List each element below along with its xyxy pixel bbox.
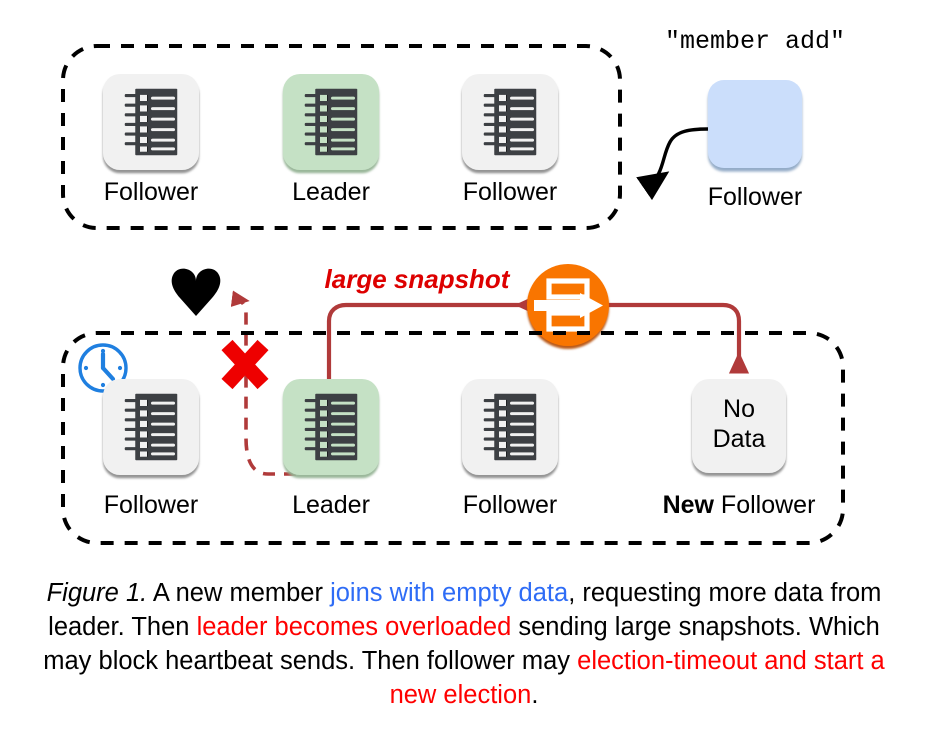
top-node-2-label: Leader [292,178,370,206]
bottom-node-1-label: Follower [104,491,198,519]
caption-text-1: A new member [147,579,331,607]
bottom-node-2-label: Leader [292,491,370,519]
top-node-leader[interactable]: Leader [283,74,379,206]
caption-text-4: . [531,681,539,709]
heart-icon [171,268,221,316]
figure-number: Figure 1. [46,579,148,607]
caption-highlight-red-1: leader becomes overloaded [196,613,512,641]
new-follower-bold-prefix: New [663,491,715,519]
top-node-follower-2[interactable]: Follower [462,74,558,206]
snapshot-flow-in [602,302,750,374]
joining-member-node[interactable]: Follower [708,80,802,211]
no-data-line-1: No [723,395,755,423]
bottom-node-leader[interactable]: Leader [283,379,379,519]
bottom-node-new-follower[interactable]: No Data New Follower [663,379,816,519]
snapshot-flow-out [326,294,537,380]
joining-member-label: Follower [708,183,802,211]
bottom-node-4-label: New Follower [663,491,816,519]
new-follower-label-suffix: Follower [714,491,815,519]
bottom-node-follower-1[interactable]: Follower [103,379,199,519]
large-snapshot-label: large snapshot [325,264,511,294]
bottom-node-3-label: Follower [463,491,557,519]
top-node-follower-1[interactable]: Follower [103,74,199,206]
member-add-arrow [636,127,709,201]
top-node-1-label: Follower [104,178,198,206]
member-add-command: "member add" [665,27,845,56]
no-data-line-2: Data [713,425,766,453]
joining-member-tile [708,80,802,168]
caption-highlight-blue: joins with empty data [330,579,569,607]
top-node-3-label: Follower [463,178,557,206]
bottom-node-follower-2[interactable]: Follower [462,379,558,519]
figure-root: Follower Leader Follower "member add" Fo… [0,0,928,747]
figure-caption: Figure 1. A new member joins with empty … [26,576,902,712]
